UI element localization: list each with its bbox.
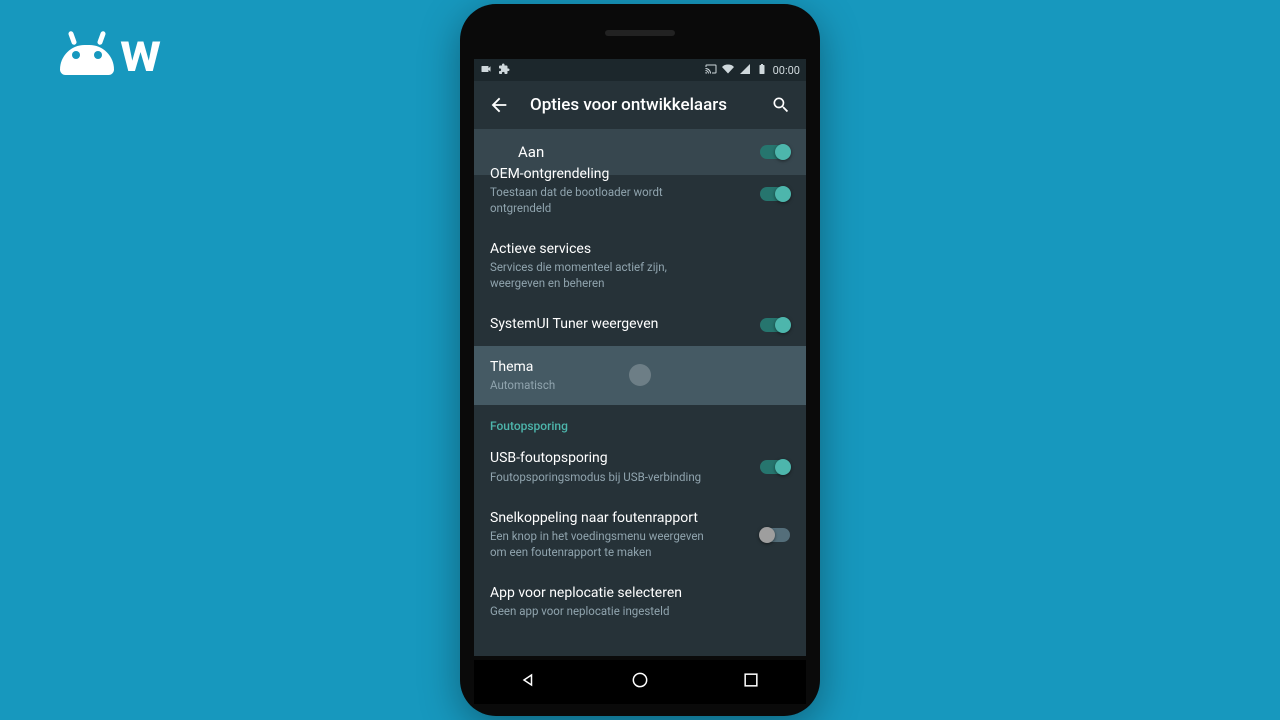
nav-back-icon[interactable] bbox=[519, 670, 539, 694]
wifi-icon bbox=[722, 63, 734, 78]
phone-speaker bbox=[605, 30, 675, 36]
brand-logo: w bbox=[60, 30, 157, 75]
nav-home-icon[interactable] bbox=[630, 670, 650, 694]
row-title: Snelkoppeling naar foutenrapport bbox=[490, 509, 790, 527]
row-bugreport-shortcut[interactable]: Snelkoppeling naar foutenrapport Een kno… bbox=[474, 497, 806, 572]
back-icon[interactable] bbox=[488, 94, 510, 116]
row-active-services[interactable]: Actieve services Services die momenteel … bbox=[474, 228, 806, 303]
touch-indicator-icon bbox=[629, 364, 651, 386]
row-subtitle: Services die momenteel actief zijn, weer… bbox=[490, 260, 710, 291]
puzzle-icon bbox=[498, 63, 510, 78]
row-subtitle: Toestaan dat de bootloader wordt ontgren… bbox=[490, 185, 710, 216]
row-title: USB-foutopsporing bbox=[490, 449, 790, 467]
row-usb-debug[interactable]: USB-foutopsporing Foutopsporingsmodus bi… bbox=[474, 437, 806, 497]
phone-frame: 00:00 Opties voor ontwikkelaars Aan OEM-… bbox=[460, 4, 820, 716]
switch-usb-debug[interactable] bbox=[760, 460, 790, 474]
camera-icon bbox=[480, 63, 492, 78]
signal-icon bbox=[739, 63, 751, 78]
battery-icon bbox=[756, 63, 768, 78]
section-header-debug: Foutopsporing bbox=[474, 405, 806, 437]
row-theme[interactable]: Thema Automatisch bbox=[474, 346, 806, 406]
row-systemui-tuner[interactable]: SystemUI Tuner weergeven bbox=[474, 303, 806, 345]
row-title: Actieve services bbox=[490, 240, 790, 258]
status-bar: 00:00 bbox=[474, 59, 806, 81]
settings-list[interactable]: OEM-ontgrendeling Toestaan dat de bootlo… bbox=[474, 159, 806, 656]
search-icon[interactable] bbox=[770, 94, 792, 116]
row-subtitle: Foutopsporingsmodus bij USB-verbinding bbox=[490, 470, 710, 486]
clock-text: 00:00 bbox=[773, 64, 800, 77]
switch-sysui[interactable] bbox=[760, 318, 790, 332]
row-subtitle: Een knop in het voedingsmenu weergeven o… bbox=[490, 529, 710, 560]
cast-icon bbox=[705, 63, 717, 78]
android-icon bbox=[60, 33, 114, 75]
row-mock-location[interactable]: App voor neplocatie selecteren Geen app … bbox=[474, 572, 806, 632]
switch-bugreport[interactable] bbox=[760, 528, 790, 542]
logo-letter: w bbox=[120, 30, 157, 75]
row-title: OEM-ontgrendeling bbox=[490, 165, 790, 183]
row-subtitle: Automatisch bbox=[490, 378, 710, 394]
phone-screen: 00:00 Opties voor ontwikkelaars Aan OEM-… bbox=[474, 59, 806, 656]
row-title: SystemUI Tuner weergeven bbox=[490, 315, 790, 333]
row-subtitle: Geen app voor neplocatie ingesteld bbox=[490, 604, 710, 620]
row-title: App voor neplocatie selecteren bbox=[490, 584, 790, 602]
android-nav-bar bbox=[474, 660, 806, 704]
row-oem-unlock[interactable]: OEM-ontgrendeling Toestaan dat de bootlo… bbox=[474, 159, 806, 228]
app-bar: Opties voor ontwikkelaars bbox=[474, 81, 806, 129]
nav-recent-icon[interactable] bbox=[741, 670, 761, 694]
page-title: Opties voor ontwikkelaars bbox=[530, 95, 750, 115]
switch-oem[interactable] bbox=[760, 187, 790, 201]
master-switch[interactable] bbox=[760, 145, 790, 159]
